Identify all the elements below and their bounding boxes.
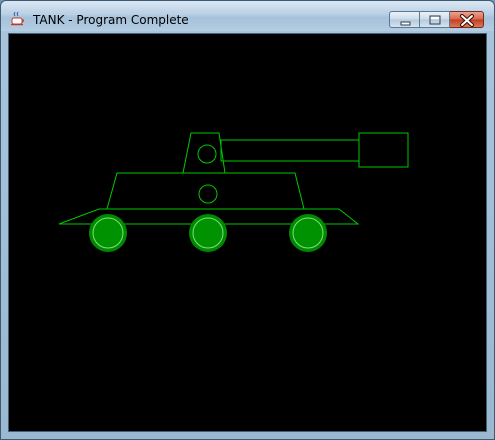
java-cup-icon: [11, 11, 24, 26]
tank-drawing: [58, 132, 409, 252]
close-icon: [460, 14, 474, 27]
gun-muzzle: [358, 132, 409, 168]
close-button[interactable]: [450, 11, 484, 28]
minimize-icon: [400, 21, 411, 26]
turret-hatch: [197, 144, 217, 164]
tank-turret: [182, 132, 226, 174]
drawing-canvas: [8, 33, 487, 432]
title-bar[interactable]: TANK - Program Complete: [1, 1, 494, 31]
wheel-left: [89, 214, 127, 252]
wheel-right: [289, 214, 327, 252]
window-controls: [389, 11, 484, 29]
hull-port: [198, 184, 218, 204]
maximize-button[interactable]: [420, 11, 450, 28]
maximize-icon: [429, 15, 441, 25]
gun-barrel: [220, 139, 360, 162]
tank-hull: [106, 172, 305, 210]
window-title: TANK - Program Complete: [33, 13, 189, 27]
wheel-middle: [189, 214, 227, 252]
minimize-button[interactable]: [389, 11, 420, 28]
app-window: TANK - Program Complete: [0, 0, 495, 440]
